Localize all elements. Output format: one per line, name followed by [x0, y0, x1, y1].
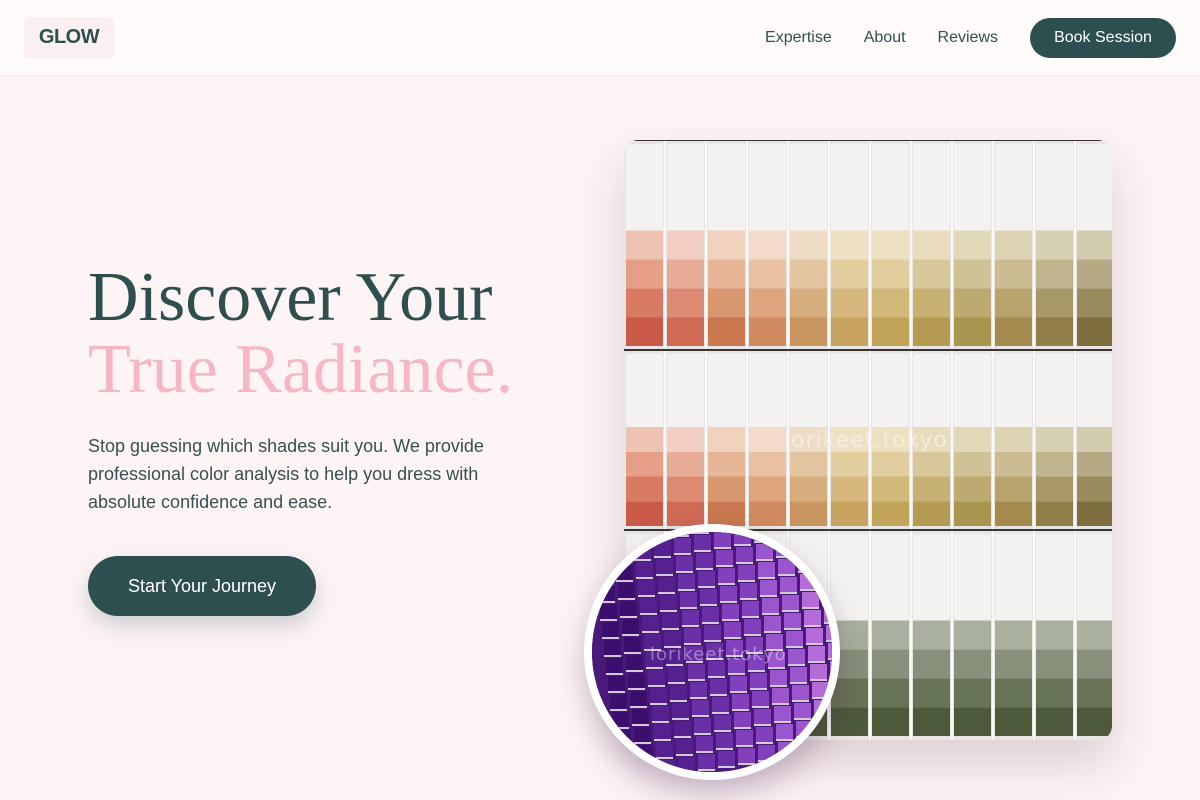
logo[interactable]: GLOW — [24, 16, 114, 59]
book-session-button[interactable]: Book Session — [1030, 17, 1176, 58]
nav-link-reviews[interactable]: Reviews — [938, 29, 998, 47]
purple-swatch-graphic — [592, 532, 832, 772]
nav-link-about[interactable]: About — [864, 29, 906, 47]
hero-title-line1: Discover Your — [88, 259, 493, 336]
nav-link-expertise[interactable]: Expertise — [765, 29, 832, 47]
start-journey-button[interactable]: Start Your Journey — [88, 556, 316, 616]
hero-description: Stop guessing which shades suit you. We … — [88, 436, 484, 512]
purple-swatch-circle-image: lorikeet.tokyo — [584, 524, 840, 780]
site-header: GLOW Expertise About Reviews Book Sessio… — [0, 0, 1200, 76]
main-nav: Expertise About Reviews Book Session — [765, 17, 1176, 58]
hero-title-line2: True Radiance. — [88, 331, 514, 408]
hero-title: Discover Your True Radiance. — [88, 262, 513, 406]
